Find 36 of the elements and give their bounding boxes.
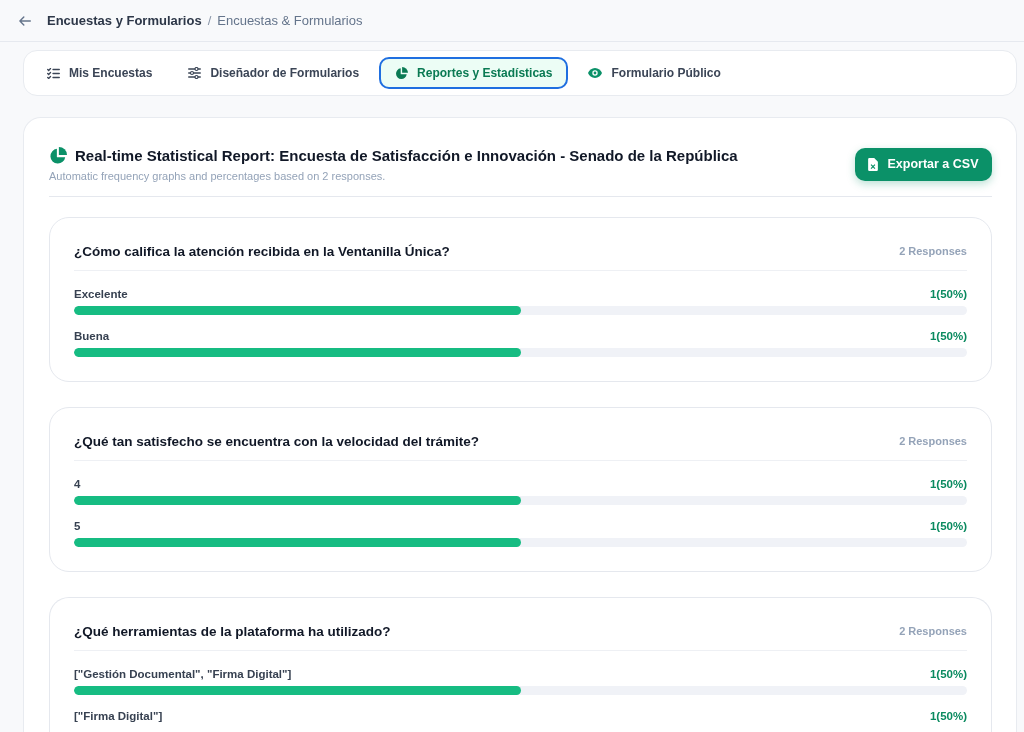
option-label: Buena (74, 328, 110, 343)
question-title: ¿Qué herramientas de la plataforma ha utilizado? (74, 622, 391, 641)
report-title: Real-time Statistical Report: Encuesta de Satisfacción e Innovación - Senado de la República (75, 146, 738, 166)
option-count: 1(50%) (929, 476, 967, 491)
eye-icon (588, 68, 603, 78)
tab[interactable]: Formulario Público (572, 57, 737, 89)
spreadsheet-file-icon (868, 158, 879, 172)
option-label: 4 (74, 476, 81, 491)
export-button[interactable]: Exportar a CSV (855, 148, 992, 182)
checklist-icon (47, 67, 60, 79)
sliders-icon (188, 67, 202, 79)
pie-chart-icon (49, 147, 67, 165)
question-title: ¿Cómo califica la atención recibida en la Ventanilla Única? (74, 242, 450, 261)
option-label: 5 (74, 518, 81, 533)
report-subtitle: Automatic frequency graphs and percentages based on 2 responses. (49, 169, 387, 184)
option-count: 1(50%) (929, 518, 967, 533)
tab[interactable]: Diseñador de Formularios (172, 57, 376, 89)
option-count: 1(50%) (929, 666, 967, 681)
response-count: 2 Responses (899, 624, 967, 640)
tab[interactable]: Reportes y Estadísticas (379, 57, 569, 89)
page-title: Encuestas y Formularios (47, 11, 202, 30)
option-count: 1(50%) (929, 708, 967, 723)
pie-chart-icon (395, 66, 409, 80)
response-count: 2 Responses (899, 244, 967, 260)
option-count: 1(50%) (929, 286, 967, 301)
response-count: 2 Responses (899, 434, 967, 450)
breadcrumb-link[interactable]: Encuestas & Formularios (217, 10, 363, 31)
tab[interactable]: Mis Encuestas (31, 57, 169, 89)
option-label: ["Gestión Documental", "Firma Digital"] (74, 666, 292, 681)
option-count: 1(50%) (929, 328, 967, 343)
breadcrumb-separator: / (207, 11, 212, 30)
back-button[interactable] (19, 15, 31, 26)
question-title: ¿Qué tan satisfecho se encuentra con la velocidad del trámite? (74, 432, 480, 451)
option-label: Excelente (74, 286, 128, 301)
back-arrow-icon (19, 15, 31, 26)
option-label: ["Firma Digital"] (74, 708, 163, 723)
